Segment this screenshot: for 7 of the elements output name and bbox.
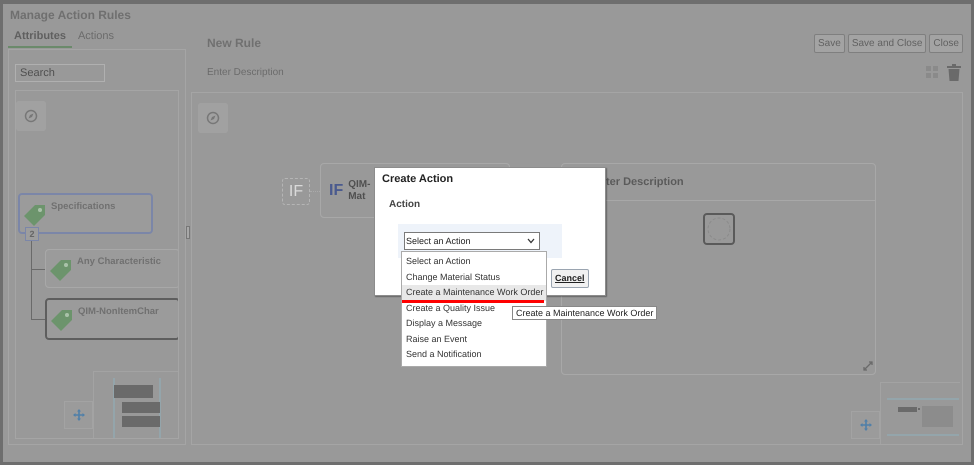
action-title: ter Description bbox=[606, 176, 684, 188]
condition-text: QIM- bbox=[348, 178, 370, 190]
tooltip: Create a Maintenance Work Order bbox=[512, 306, 658, 320]
condition-text: Mat bbox=[348, 190, 366, 202]
dialog-title: Create Action bbox=[381, 172, 454, 185]
field-label: Action bbox=[388, 198, 422, 210]
if-keyword: IF bbox=[329, 182, 344, 200]
